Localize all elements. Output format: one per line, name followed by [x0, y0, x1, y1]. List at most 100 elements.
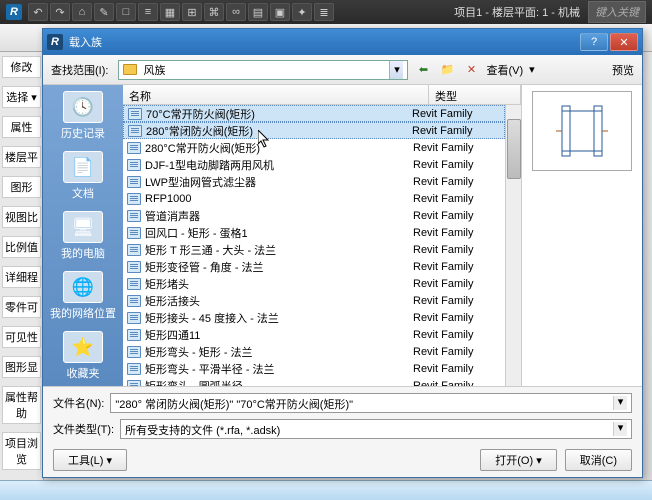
- qat-button[interactable]: ▦: [160, 3, 180, 21]
- place-label: 历史记录: [45, 125, 121, 141]
- file-row[interactable]: DJF-1型电动脚踏两用风机Revit Family: [123, 156, 505, 173]
- file-row[interactable]: 矩形弯头 - 圆弧半径Revit Family: [123, 377, 505, 386]
- file-row[interactable]: 矩形弯头 - 矩形 - 法兰Revit Family: [123, 343, 505, 360]
- delete-icon[interactable]: ✕: [462, 61, 480, 79]
- file-name: 矩形弯头 - 平滑半径 - 法兰: [145, 361, 413, 377]
- place-icon: ⭐: [63, 331, 103, 363]
- preview-pane: [522, 85, 642, 386]
- file-row[interactable]: LWP型油网管式滤尘器Revit Family: [123, 173, 505, 190]
- scrollbar[interactable]: [505, 105, 521, 386]
- file-row[interactable]: 矩形 T 形三通 - 大头 - 法兰Revit Family: [123, 241, 505, 258]
- panel-label[interactable]: 图形显: [2, 356, 41, 378]
- file-row[interactable]: 管道消声器Revit Family: [123, 207, 505, 224]
- panel-label[interactable]: 比例值: [2, 236, 41, 258]
- places-item[interactable]: ⭐收藏夹: [45, 331, 121, 381]
- app-title: 项目1 - 楼层平面: 1 - 机械: [454, 4, 580, 20]
- rfa-file-icon: [127, 363, 141, 375]
- close-button[interactable]: ✕: [610, 33, 638, 51]
- file-row[interactable]: 280°C常开防火阀(矩形)Revit Family: [123, 139, 505, 156]
- dialog-titlebar[interactable]: R 载入族 ? ✕: [43, 29, 642, 55]
- qat-button[interactable]: ≡: [138, 3, 158, 21]
- file-row[interactable]: 70°C常开防火阀(矩形)Revit Family: [123, 105, 505, 122]
- file-type: Revit Family: [413, 159, 501, 171]
- file-row[interactable]: 矩形堵头Revit Family: [123, 275, 505, 292]
- file-list[interactable]: 70°C常开防火阀(矩形)Revit Family280°常闭防火阀(矩形)Re…: [123, 105, 505, 386]
- rfa-file-icon: [128, 125, 142, 137]
- file-name: 280°常闭防火阀(矩形): [146, 123, 412, 139]
- rfa-file-icon: [127, 295, 141, 307]
- file-name: 矩形弯头 - 圆弧半径: [145, 378, 413, 387]
- qat-button[interactable]: ▤: [248, 3, 268, 21]
- qat-button[interactable]: □: [116, 3, 136, 21]
- dialog-bottom: 文件名(N): "280° 常闭防火阀(矩形)" "70°C常开防火阀(矩形)"…: [43, 386, 642, 477]
- panel-label[interactable]: 图形: [2, 176, 41, 198]
- file-type: Revit Family: [413, 329, 501, 341]
- qat-button[interactable]: ⊞: [182, 3, 202, 21]
- chevron-down-icon[interactable]: ▾: [613, 396, 627, 410]
- qat-button[interactable]: ↷: [50, 3, 70, 21]
- panel-label[interactable]: 属性帮助: [2, 386, 41, 424]
- file-name: 管道消声器: [145, 208, 413, 224]
- chevron-down-icon[interactable]: ▾: [389, 61, 403, 79]
- file-row[interactable]: 280°常闭防火阀(矩形)Revit Family: [123, 122, 505, 139]
- filename-input[interactable]: "280° 常闭防火阀(矩形)" "70°C常开防火阀(矩形)"▾: [110, 393, 632, 413]
- qat-button[interactable]: ⌘: [204, 3, 224, 21]
- file-row[interactable]: 矩形接头 - 45 度接入 - 法兰Revit Family: [123, 309, 505, 326]
- panel-label[interactable]: 详细程: [2, 266, 41, 288]
- scrollbar-thumb[interactable]: [507, 119, 521, 179]
- cancel-button[interactable]: 取消(C): [565, 449, 632, 471]
- panel-label[interactable]: 修改: [2, 56, 41, 78]
- file-row[interactable]: RFP1000Revit Family: [123, 190, 505, 207]
- views-dd-icon[interactable]: ▾: [529, 63, 535, 76]
- places-item[interactable]: 🕓历史记录: [45, 91, 121, 141]
- help-button[interactable]: ?: [580, 33, 608, 51]
- file-type: Revit Family: [412, 125, 500, 137]
- file-row[interactable]: 矩形变径管 - 角度 - 法兰Revit Family: [123, 258, 505, 275]
- places-item[interactable]: 🖥我的电脑: [45, 211, 121, 261]
- col-type[interactable]: 类型: [429, 85, 521, 104]
- panel-label[interactable]: 选择 ▾: [2, 86, 41, 108]
- filetype-input[interactable]: 所有受支持的文件 (*.rfa, *.adsk)▾: [120, 419, 632, 439]
- back-icon[interactable]: ⬅: [414, 61, 432, 79]
- search-hint[interactable]: 键入关键: [588, 1, 646, 23]
- file-name: 矩形四通11: [145, 327, 413, 343]
- rfa-file-icon: [127, 278, 141, 290]
- rfa-file-icon: [127, 346, 141, 358]
- panel-label[interactable]: 零件可: [2, 296, 41, 318]
- file-type: Revit Family: [413, 227, 501, 239]
- place-label: 我的网络位置: [45, 305, 121, 321]
- tools-button[interactable]: 工具(L) ▾: [53, 449, 127, 471]
- qat-button[interactable]: ⌂: [72, 3, 92, 21]
- left-panels: 修改选择 ▾ 属性楼层平图形视图比比例值详细程零件可可见性图形显属性帮助项目浏览: [0, 52, 44, 500]
- panel-label[interactable]: 项目浏览: [2, 432, 41, 470]
- qat-button[interactable]: ≣: [314, 3, 334, 21]
- qat-button[interactable]: ✎: [94, 3, 114, 21]
- file-row[interactable]: 回风口 - 矩形 - 蛋格1Revit Family: [123, 224, 505, 241]
- lookin-combo[interactable]: 风族 ▾: [118, 60, 408, 80]
- file-list-area: 名称 类型 70°C常开防火阀(矩形)Revit Family280°常闭防火阀…: [123, 85, 522, 386]
- file-type: Revit Family: [413, 142, 501, 154]
- lookin-value: 风族: [143, 62, 165, 78]
- qat-button[interactable]: ↶: [28, 3, 48, 21]
- col-name[interactable]: 名称: [123, 85, 429, 104]
- file-row[interactable]: 矩形四通11Revit Family: [123, 326, 505, 343]
- panel-label[interactable]: 属性: [2, 116, 41, 138]
- places-item[interactable]: 📄文档: [45, 151, 121, 201]
- chevron-down-icon[interactable]: ▾: [613, 422, 627, 436]
- qat-button[interactable]: ∞: [226, 3, 246, 21]
- qat-button[interactable]: ✦: [292, 3, 312, 21]
- up-folder-icon[interactable]: 📁: [438, 61, 456, 79]
- open-button[interactable]: 打开(O) ▾: [480, 449, 556, 471]
- panel-label[interactable]: 可见性: [2, 326, 41, 348]
- panel-label[interactable]: 视图比: [2, 206, 41, 228]
- places-item[interactable]: 🌐我的网络位置: [45, 271, 121, 321]
- rfa-file-icon: [127, 329, 141, 341]
- file-row[interactable]: 矩形弯头 - 平滑半径 - 法兰Revit Family: [123, 360, 505, 377]
- views-button[interactable]: 查看(V): [486, 62, 523, 78]
- file-type: Revit Family: [413, 363, 501, 375]
- file-row[interactable]: 矩形活接头Revit Family: [123, 292, 505, 309]
- panel-label[interactable]: 楼层平: [2, 146, 41, 168]
- file-name: 矩形 T 形三通 - 大头 - 法兰: [145, 242, 413, 258]
- file-name: DJF-1型电动脚踏两用风机: [145, 157, 413, 173]
- qat-button[interactable]: ▣: [270, 3, 290, 21]
